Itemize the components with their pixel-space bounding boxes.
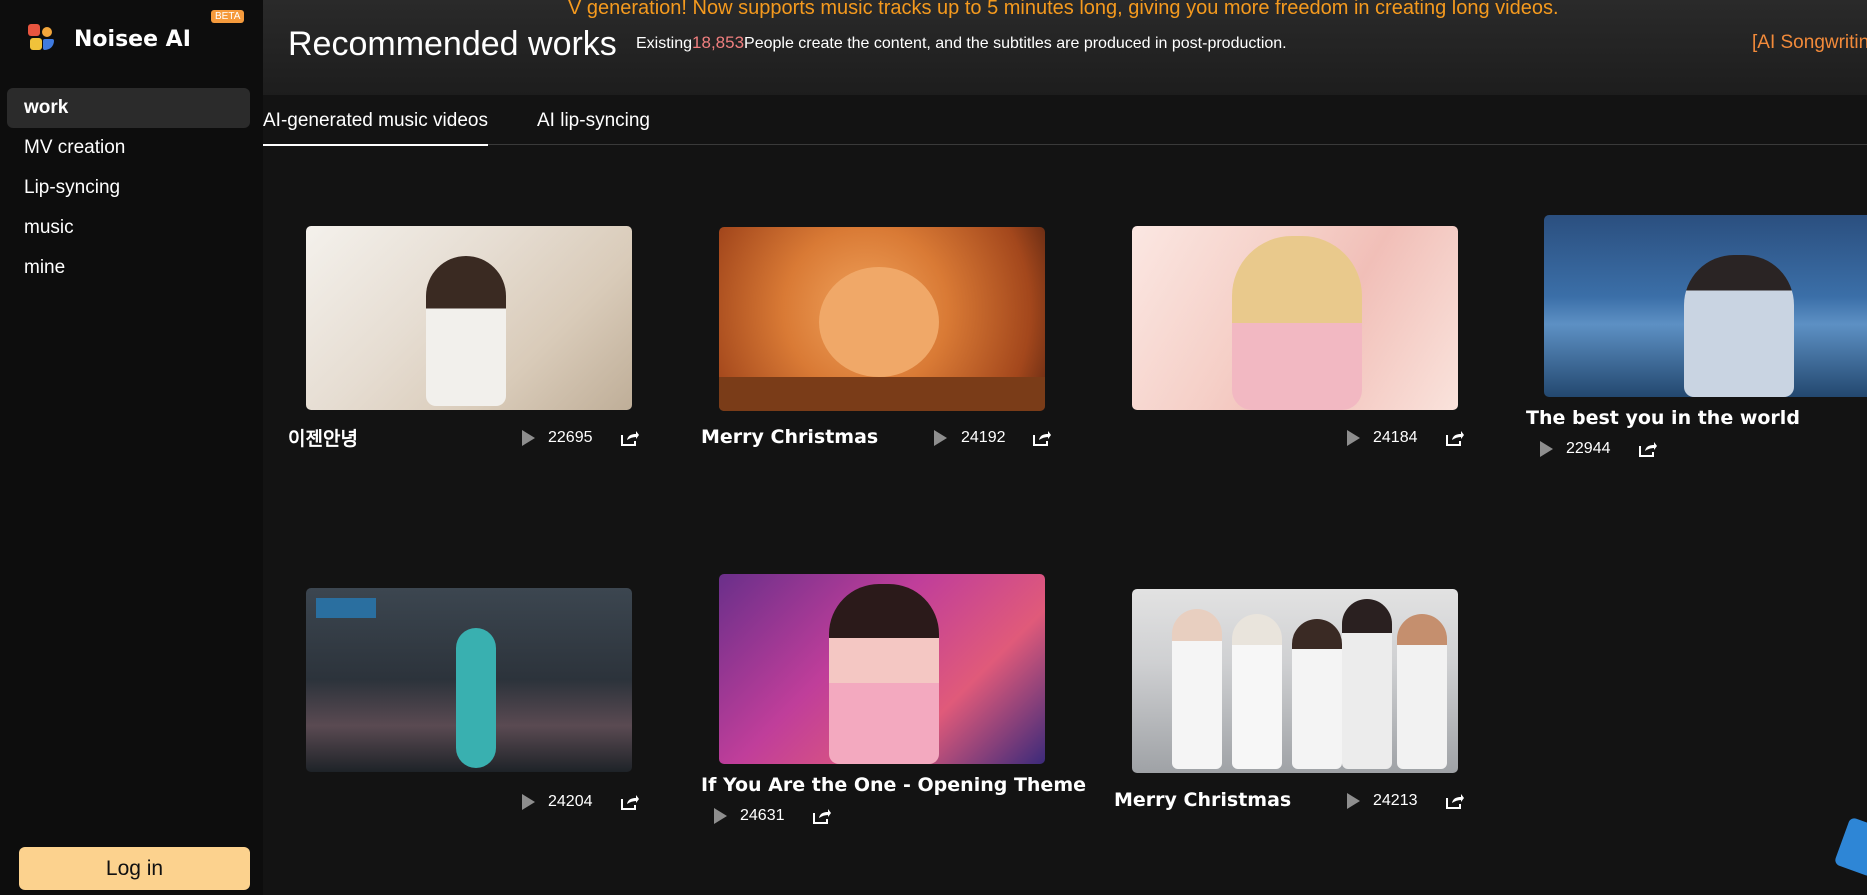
header: V generation! Now supports music tracks … <box>263 0 1867 95</box>
work-title: 이젠안녕 <box>288 428 358 450</box>
sidebar: Noisee AI BETA work MV creation Lip-sync… <box>0 0 263 895</box>
play-count: 24631 <box>740 807 785 824</box>
main-content: V generation! Now supports music tracks … <box>263 0 1867 895</box>
play-icon[interactable] <box>1347 793 1360 809</box>
play-count: 22944 <box>1566 440 1611 457</box>
noisee-logo-icon <box>28 24 58 54</box>
tab-bar: AI-generated music videos AI lip-syncing <box>263 95 1867 146</box>
video-thumbnail[interactable] <box>1544 215 1867 397</box>
play-icon[interactable] <box>522 430 535 446</box>
video-thumbnail[interactable] <box>1132 226 1458 410</box>
play-icon[interactable] <box>1540 441 1553 457</box>
creator-count: 18,853 <box>692 33 745 52</box>
sidebar-nav: work MV creation Lip-syncing music mine <box>7 88 250 288</box>
work-title: If You Are the One - Opening Theme <box>701 774 1087 796</box>
sidebar-item-mv-creation[interactable]: MV creation <box>7 128 250 168</box>
video-thumbnail[interactable] <box>306 588 632 772</box>
video-thumbnail[interactable] <box>719 227 1045 411</box>
play-count: 24204 <box>548 793 593 810</box>
video-thumbnail[interactable] <box>719 574 1045 764</box>
brand[interactable]: Noisee AI <box>28 24 191 54</box>
share-icon[interactable] <box>813 808 831 824</box>
work-title: Merry Christmas <box>1114 789 1292 811</box>
play-icon[interactable] <box>522 794 535 810</box>
sidebar-item-work[interactable]: work <box>7 88 250 128</box>
video-thumbnail[interactable] <box>1132 589 1458 773</box>
guide-book-icon[interactable] <box>1833 816 1867 878</box>
tab-ai-music-videos[interactable]: AI-generated music videos <box>263 110 488 146</box>
beta-badge: BETA <box>211 10 245 23</box>
page-title: Recommended works <box>288 25 617 63</box>
share-icon[interactable] <box>1446 430 1464 446</box>
share-icon[interactable] <box>1639 441 1657 457</box>
creator-stats: Existing18,853People create the content,… <box>636 33 1287 53</box>
sidebar-item-music[interactable]: music <box>7 208 250 248</box>
play-icon[interactable] <box>714 808 727 824</box>
play-count: 22695 <box>548 429 593 446</box>
sidebar-item-lip-syncing[interactable]: Lip-syncing <box>7 168 250 208</box>
work-title: Merry Christmas <box>701 426 879 448</box>
play-icon[interactable] <box>934 430 947 446</box>
sidebar-item-mine[interactable]: mine <box>7 248 250 288</box>
login-button[interactable]: Log in <box>19 847 250 890</box>
stats-suffix: People create the content, and the subti… <box>744 35 1287 52</box>
share-icon[interactable] <box>1033 430 1051 446</box>
share-icon[interactable] <box>621 794 639 810</box>
play-count: 24192 <box>961 429 1006 446</box>
play-count: 24213 <box>1373 792 1418 809</box>
songwriting-link[interactable]: [AI Songwritin <box>1752 32 1867 54</box>
brand-name: Noisee AI <box>74 26 191 52</box>
announcement-marquee: V generation! Now supports music tracks … <box>568 0 1559 19</box>
work-title: The best you in the world <box>1526 407 1800 429</box>
share-icon[interactable] <box>1446 793 1464 809</box>
share-icon[interactable] <box>621 430 639 446</box>
play-count: 24184 <box>1373 429 1418 446</box>
tab-ai-lip-syncing[interactable]: AI lip-syncing <box>537 110 650 132</box>
play-icon[interactable] <box>1347 430 1360 446</box>
video-thumbnail[interactable] <box>306 226 632 410</box>
stats-prefix: Existing <box>636 35 693 52</box>
